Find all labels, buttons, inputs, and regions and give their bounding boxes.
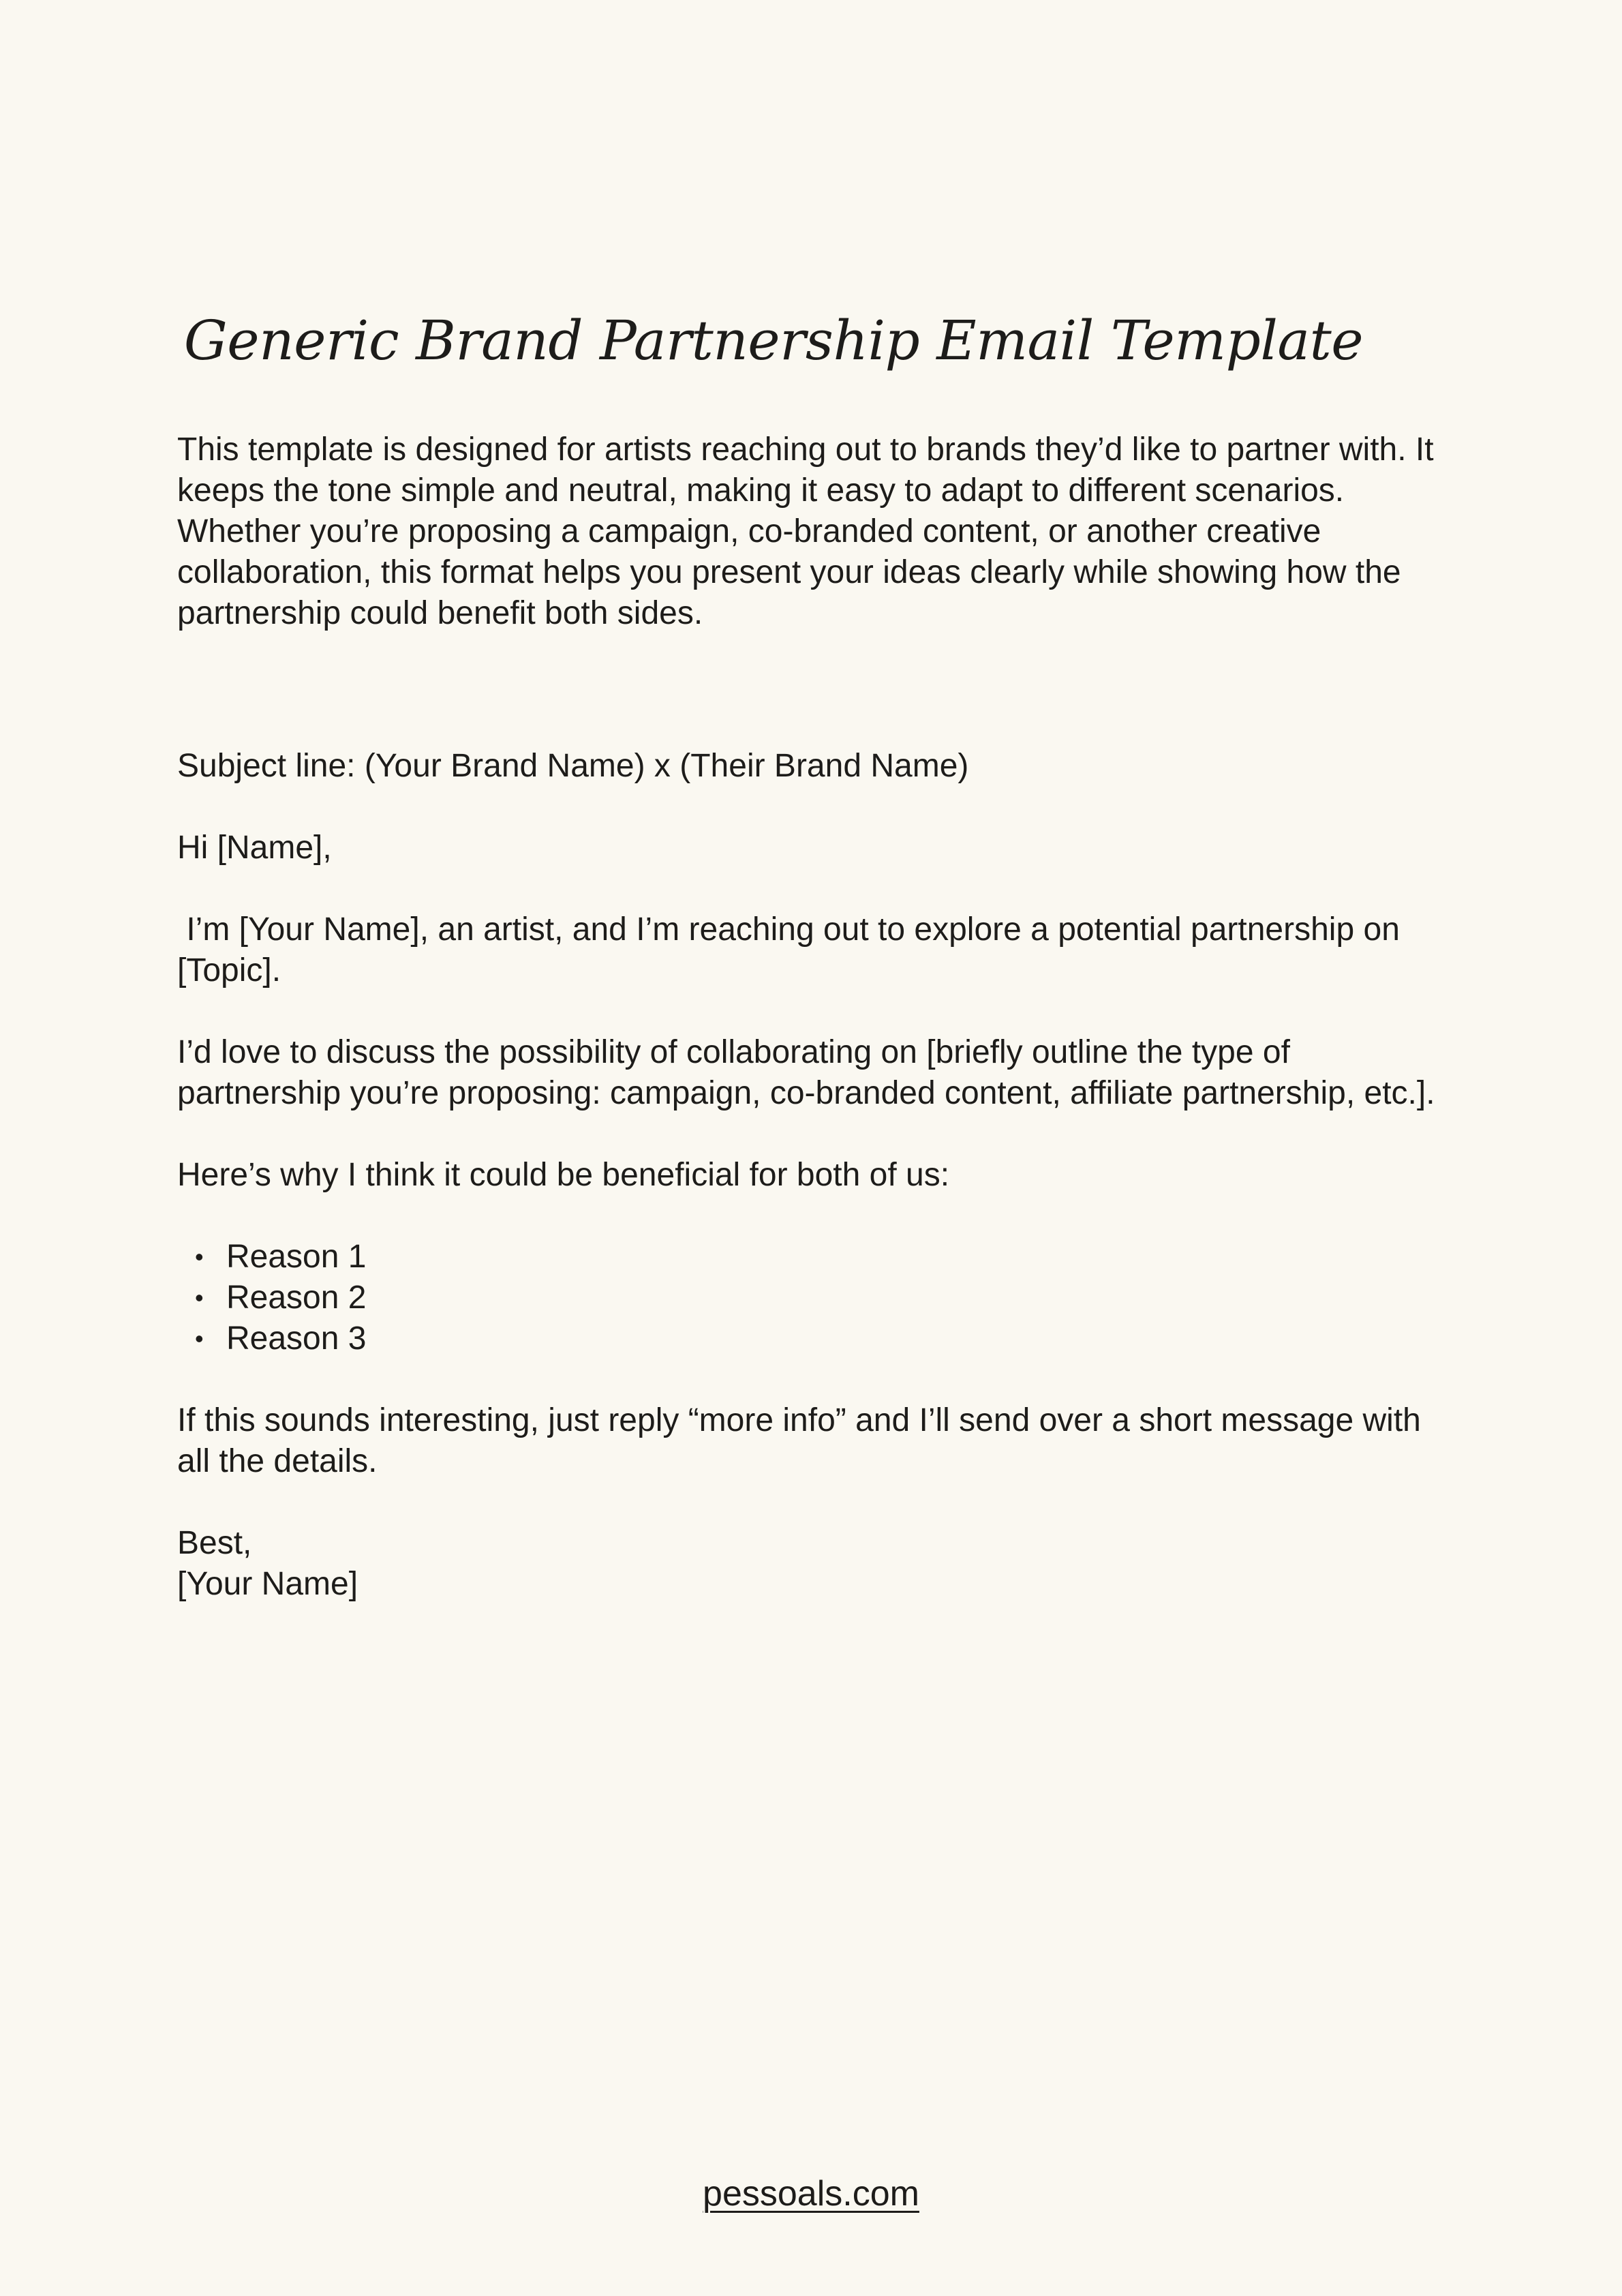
email-subject-line: Subject line: (Your Brand Name) x (Their… <box>177 748 969 784</box>
email-paragraph-proposal: I’d love to discuss the possibility of c… <box>177 1034 1435 1111</box>
reason-text: Reason 2 <box>226 1280 367 1316</box>
reason-item: • Reason 2 <box>177 1278 1452 1318</box>
email-signature: [Your Name] <box>177 1566 358 1602</box>
bullet-icon: • <box>195 1325 204 1353</box>
email-sign-off: Best, <box>177 1525 252 1561</box>
bullet-icon: • <box>195 1284 204 1312</box>
reason-item: • Reason 1 <box>177 1237 1452 1278</box>
document-page: Generic Brand Partnership Email Template… <box>0 0 1622 2296</box>
document-body: This template is designed for artists re… <box>177 429 1452 1605</box>
intro-paragraph: This template is designed for artists re… <box>177 432 1434 631</box>
bullet-icon: • <box>195 1243 204 1271</box>
reason-item: • Reason 3 <box>177 1318 1452 1359</box>
email-greeting: Hi [Name], <box>177 830 332 866</box>
reason-text: Reason 1 <box>226 1239 367 1275</box>
email-paragraph-cta: If this sounds interesting, just reply “… <box>177 1402 1421 1479</box>
email-paragraph-intro: I’m [Your Name], an artist, and I’m reac… <box>177 911 1409 988</box>
reasons-list: • Reason 1 • Reason 2 • Reason 3 <box>177 1237 1452 1359</box>
email-reasons-intro: Here’s why I think it could be beneficia… <box>177 1157 950 1193</box>
document-title: Generic Brand Partnership Email Template <box>183 309 1364 372</box>
footer-website-link[interactable]: pessoals.com <box>703 2174 919 2214</box>
reason-text: Reason 3 <box>226 1320 367 1357</box>
footer: pessoals.com <box>0 2172 1622 2216</box>
